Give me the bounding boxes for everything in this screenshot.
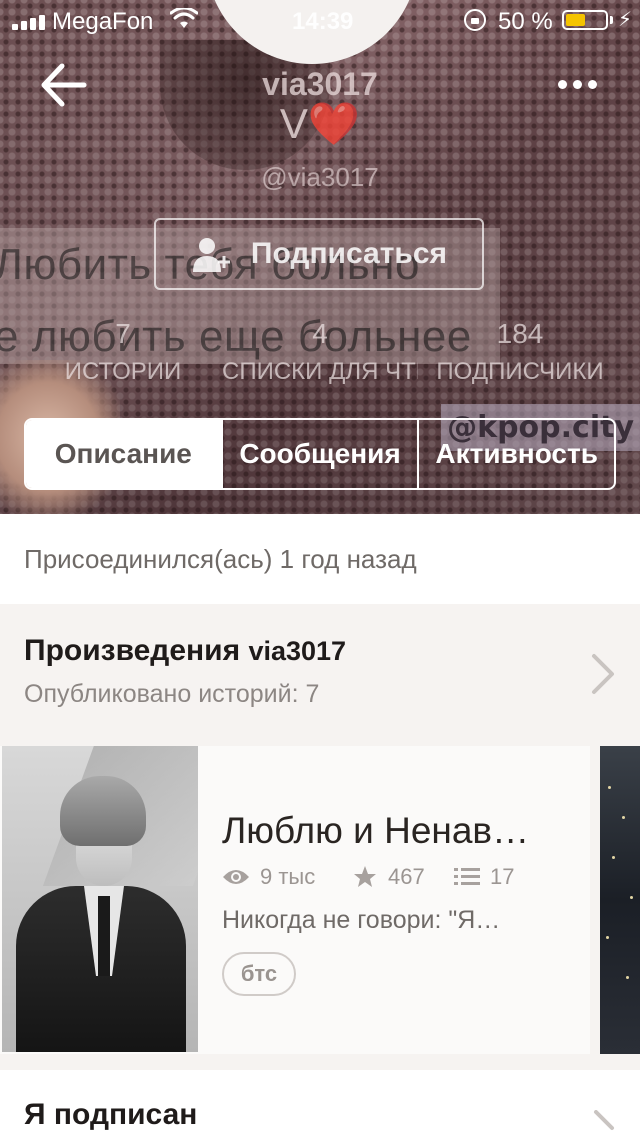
story-parts-count: 17 xyxy=(490,864,515,889)
profile-handle: @via3017 xyxy=(261,162,379,192)
stat-reading-lists-label: СПИСКИ ДЛЯ ЧТЕНИЯ xyxy=(222,358,418,385)
stat-followers-label: ПОДПИСЧИКИ xyxy=(436,358,604,385)
stat-stories-label: ИСТОРИИ xyxy=(64,358,182,385)
story-description: Никогда не говори: "Я… xyxy=(222,906,501,934)
story-meta: 9 тыс 467 17 xyxy=(222,864,514,890)
joined-text: Присоединился(ась) 1 год назад xyxy=(24,544,417,574)
chevron-right-icon[interactable] xyxy=(590,1110,620,1136)
rotation-lock-icon xyxy=(464,9,486,31)
charging-icon: ⚡ xyxy=(618,9,633,31)
follow-button[interactable]: Подписаться xyxy=(154,218,484,290)
battery-percent: 50 % xyxy=(498,8,553,35)
works-section: Произведения via3017 Опубликовано истори… xyxy=(0,604,640,1070)
stat-stories[interactable]: 7 ИСТОРИИ xyxy=(40,318,206,386)
following-section[interactable]: Я подписан xyxy=(0,1070,640,1136)
chevron-right-icon[interactable] xyxy=(588,652,618,696)
story-cover-image[interactable] xyxy=(2,746,198,1052)
add-user-icon xyxy=(192,238,230,272)
works-header[interactable]: Произведения via3017 xyxy=(24,634,346,668)
story-reads-count: 9 тыс xyxy=(260,864,316,889)
wifi-icon xyxy=(170,8,198,28)
story-parts: 17 xyxy=(454,864,514,890)
tab-description[interactable]: Описание xyxy=(26,420,221,488)
stat-followers-value: 184 xyxy=(496,318,544,349)
follow-button-label: Подписаться xyxy=(250,237,448,270)
following-title: Я подписан xyxy=(24,1098,198,1131)
works-title: Произведения xyxy=(24,634,241,667)
profile-stats: 7 ИСТОРИИ 4 СПИСКИ ДЛЯ ЧТЕНИЯ 184 ПОДПИС… xyxy=(0,318,640,392)
battery-level xyxy=(566,14,585,26)
eye-icon xyxy=(223,870,249,884)
stat-stories-value: 7 xyxy=(115,318,131,349)
profile-display-name: V❤️ xyxy=(279,100,361,147)
stat-reading-lists[interactable]: 4 СПИСКИ ДЛЯ ЧТЕНИЯ xyxy=(222,318,418,386)
battery-icon xyxy=(562,10,608,30)
carrier-name: MegaFon xyxy=(52,8,154,35)
star-icon xyxy=(354,866,376,887)
signal-icon xyxy=(12,12,45,30)
profile-tabs: Описание Сообщения Активность xyxy=(24,418,616,490)
stat-reading-lists-value: 4 xyxy=(312,318,328,349)
next-story-cover-image[interactable] xyxy=(600,746,640,1054)
story-votes-count: 467 xyxy=(388,864,425,889)
works-title-username: via3017 xyxy=(248,636,347,666)
story-title[interactable]: Люблю и Ненав… xyxy=(222,810,582,852)
works-published-count: Опубликовано историй: 7 xyxy=(24,680,320,708)
tab-activity[interactable]: Активность xyxy=(417,420,614,488)
profile-username: via3017 xyxy=(262,66,378,102)
tab-messages[interactable]: Сообщения xyxy=(220,420,418,488)
story-card[interactable]: Люблю и Ненав… 9 тыс 467 17 Никогда не г… xyxy=(0,746,590,1054)
status-bar: MegaFon 14:39 50 % ⚡ xyxy=(0,0,640,40)
story-tag[interactable]: бтс xyxy=(222,952,296,996)
list-icon xyxy=(454,868,480,885)
story-reads: 9 тыс xyxy=(222,864,352,890)
story-votes: 467 xyxy=(352,864,454,890)
joined-info: Присоединился(ась) 1 год назад xyxy=(0,514,640,604)
stat-followers[interactable]: 184 ПОДПИСЧИКИ xyxy=(432,318,608,386)
clock: 14:39 xyxy=(292,8,354,35)
battery-tip xyxy=(610,16,613,24)
